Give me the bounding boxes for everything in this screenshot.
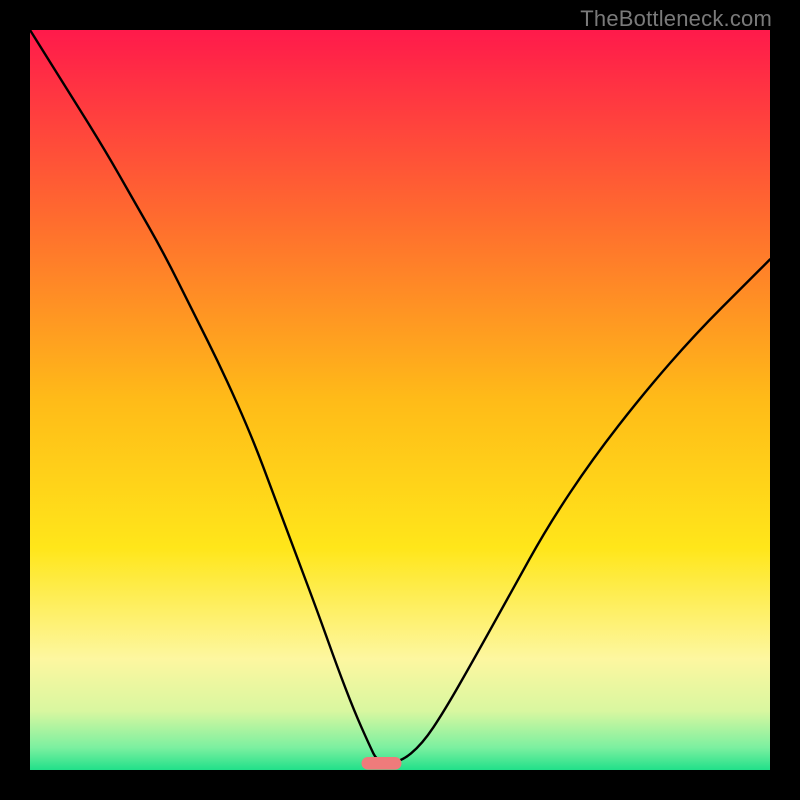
- watermark-text: TheBottleneck.com: [580, 6, 772, 32]
- plot-svg: [30, 30, 770, 770]
- bottleneck-point: [362, 757, 402, 770]
- plot-area: [30, 30, 770, 770]
- gradient-background: [30, 30, 770, 770]
- chart-frame: TheBottleneck.com: [0, 0, 800, 800]
